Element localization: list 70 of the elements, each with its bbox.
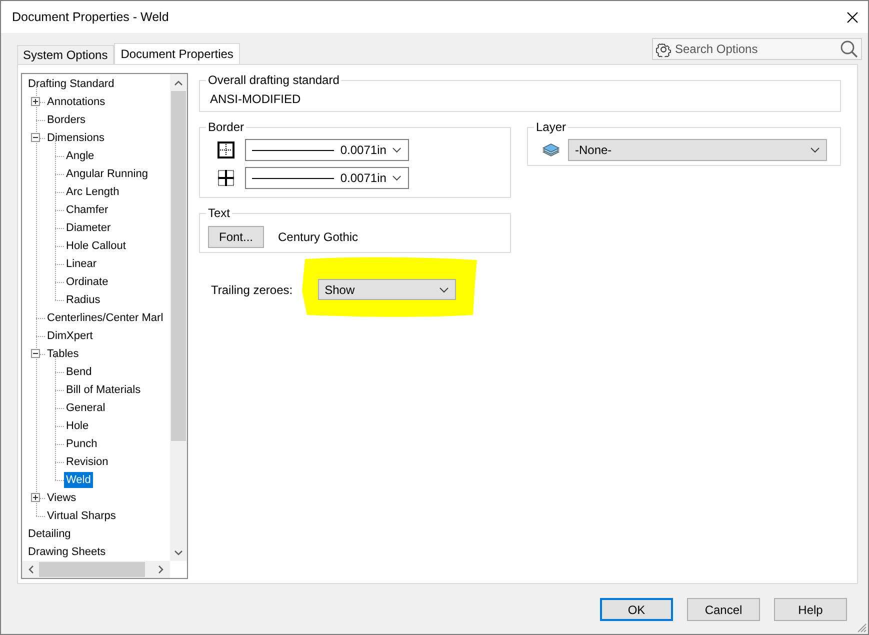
tree-item[interactable]: Chamfer <box>64 202 110 218</box>
tree-item[interactable]: Ordinate <box>64 274 110 290</box>
tree-item[interactable]: Drafting Standard <box>26 76 116 92</box>
dialog-button[interactable]: Help <box>774 598 847 621</box>
line-weight-dropdown[interactable]: 0.0071in <box>245 139 409 161</box>
tree-item[interactable]: Hole Callout <box>64 238 128 254</box>
tree-item[interactable]: Virtual Sharps <box>45 508 118 524</box>
tree-item[interactable]: Borders <box>45 112 88 128</box>
group-title: Layer <box>535 120 568 134</box>
window-title: Document Properties - Weld <box>12 10 169 24</box>
inner-border-icon <box>217 169 235 187</box>
tree-item[interactable]: Drawing Sheets <box>26 544 108 560</box>
trailing-zeroes-dropdown[interactable]: Show <box>318 279 456 300</box>
tree-item[interactable]: Views <box>45 490 78 506</box>
tree-item[interactable]: Angle <box>64 148 96 164</box>
tree-item[interactable]: Arc Length <box>64 184 122 200</box>
horizontal-scrollbar[interactable] <box>22 561 170 578</box>
tree-item[interactable]: Revision <box>64 454 110 470</box>
tree-item[interactable]: General <box>64 400 108 416</box>
tree-item[interactable]: Centerlines/Center Marl <box>45 310 166 326</box>
tree-item[interactable]: Punch <box>64 436 100 452</box>
chevron-down-icon <box>392 175 402 181</box>
field-label: Trailing zeroes: <box>211 282 293 296</box>
collapse-icon[interactable] <box>31 133 40 142</box>
group-title: Text <box>207 206 232 220</box>
close-icon[interactable] <box>847 12 858 22</box>
expand-icon[interactable] <box>31 493 40 502</box>
tree-item[interactable]: Dimensions <box>45 130 106 146</box>
font-button[interactable]: Font... <box>208 226 264 248</box>
group-title: Border <box>207 120 246 134</box>
search-field[interactable]: Search Options <box>675 42 836 56</box>
tab[interactable]: System Options <box>17 45 114 64</box>
tree-item[interactable]: DimXpert <box>45 328 95 344</box>
scroll-up-icon[interactable] <box>174 80 183 86</box>
tree-item[interactable]: Angular Running <box>64 166 150 182</box>
collapse-icon[interactable] <box>31 349 40 358</box>
settings-icon[interactable] <box>656 42 671 56</box>
scroll-down-icon[interactable] <box>174 550 183 556</box>
layer-dropdown[interactable]: -None- <box>568 139 827 161</box>
scrollbar-thumb[interactable] <box>39 562 145 577</box>
vertical-scrollbar[interactable] <box>170 74 187 561</box>
layers-icon <box>542 143 560 157</box>
tree-item[interactable]: Linear <box>64 256 99 272</box>
search-icon[interactable] <box>840 40 858 58</box>
expand-icon[interactable] <box>31 97 40 106</box>
group-title: Overall drafting standard <box>207 73 340 87</box>
tree-item[interactable]: Annotations <box>45 94 108 110</box>
tree-item[interactable]: Radius <box>64 292 102 308</box>
tree-item[interactable]: Hole <box>64 418 91 434</box>
scrollbar-thumb[interactable] <box>171 91 186 441</box>
tree-item[interactable]: Bend <box>64 364 94 380</box>
tree-item[interactable]: Weld <box>64 472 93 488</box>
dialog-button[interactable]: Cancel <box>687 598 760 621</box>
font-name: Century Gothic <box>278 230 358 244</box>
chevron-down-icon <box>392 147 402 153</box>
resize-grip-icon[interactable] <box>857 623 867 633</box>
standard-value: ANSI-MODIFIED <box>209 91 302 106</box>
scroll-left-icon[interactable] <box>28 565 34 574</box>
tree-item[interactable]: Bill of Materials <box>64 382 143 398</box>
dialog-button[interactable]: OK <box>600 598 673 621</box>
tree-item[interactable]: Tables <box>45 346 81 362</box>
tree-item[interactable]: Detailing <box>26 526 73 542</box>
tree-item[interactable]: Diameter <box>64 220 113 236</box>
search-bar[interactable]: Search Options <box>652 38 862 60</box>
line-weight-dropdown[interactable]: 0.0071in <box>245 167 409 189</box>
chevron-down-icon <box>810 147 820 153</box>
chevron-down-icon <box>438 286 449 292</box>
scroll-right-icon[interactable] <box>158 565 164 574</box>
tab[interactable]: Document Properties <box>114 43 240 64</box>
outer-border-icon <box>217 141 235 159</box>
